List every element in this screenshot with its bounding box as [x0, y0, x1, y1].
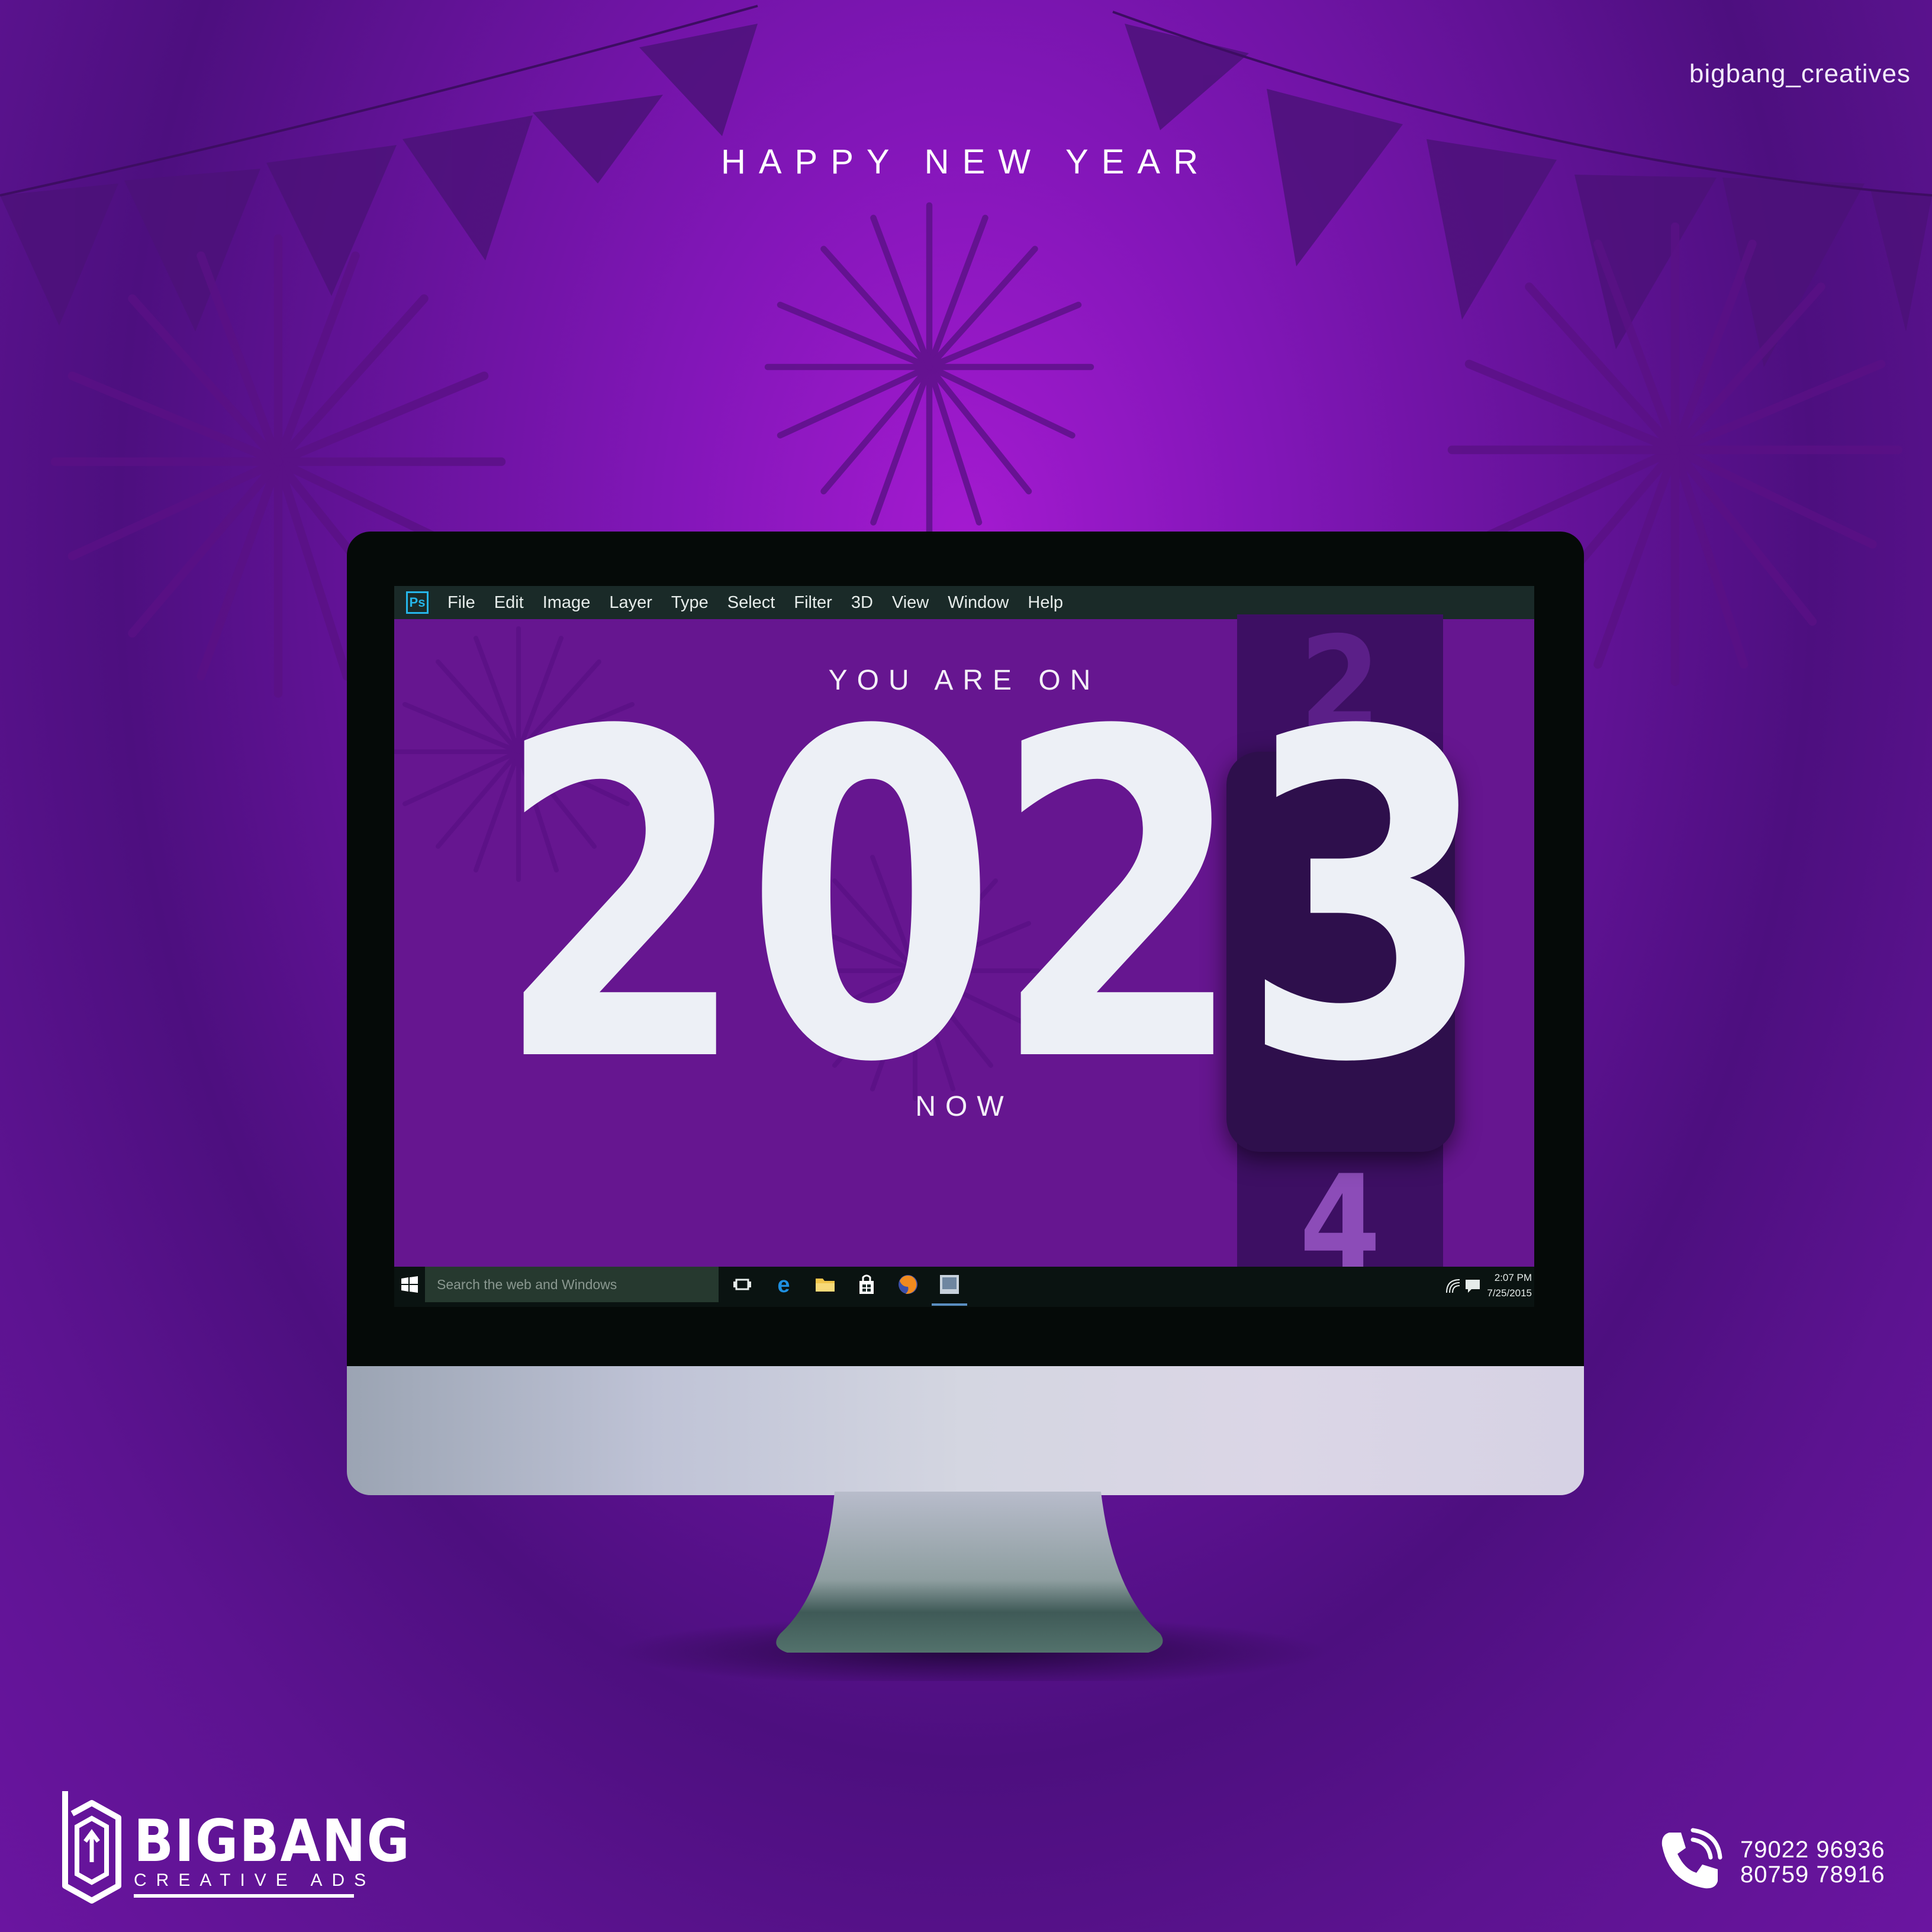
menu-help[interactable]: Help — [1028, 593, 1063, 613]
clock-date: 7/25/2015 — [1487, 1287, 1532, 1299]
menu-file[interactable]: File — [447, 593, 475, 613]
photos-icon[interactable] — [938, 1273, 961, 1296]
logo-tagline: CREATIVE ADS — [134, 1870, 376, 1890]
menu-edit[interactable]: Edit — [494, 593, 524, 613]
notifications-icon[interactable] — [1464, 1279, 1481, 1294]
active-app-indicator — [932, 1303, 967, 1306]
menu-image[interactable]: Image — [543, 593, 591, 613]
bigbang-logo-icon — [62, 1791, 121, 1904]
file-explorer-icon[interactable] — [813, 1273, 837, 1296]
task-view-icon[interactable] — [730, 1273, 754, 1296]
menu-filter[interactable]: Filter — [794, 593, 832, 613]
photoshop-icon[interactable]: Ps — [406, 591, 429, 614]
year-digit-2: 0 — [745, 637, 998, 1160]
now-text: NOW — [915, 1091, 1013, 1122]
logo-underline — [134, 1894, 354, 1898]
windows-start-icon[interactable] — [401, 1276, 418, 1293]
screen: Ps File Edit Image Layer Type Select Fil… — [394, 586, 1534, 1307]
store-icon[interactable] — [855, 1273, 878, 1296]
edge-icon[interactable]: e — [772, 1273, 796, 1296]
year-digit-1: 2 — [495, 637, 748, 1160]
phone-number-1: 79022 96936 — [1740, 1837, 1885, 1863]
taskbar-clock[interactable]: 2:07 PM 7/25/2015 — [1487, 1270, 1532, 1301]
menu-view[interactable]: View — [892, 593, 929, 613]
headline: HAPPY NEW YEAR — [720, 143, 1212, 181]
year-digit-3: 2 — [992, 637, 1245, 1160]
menu-type[interactable]: Type — [671, 593, 709, 613]
firefox-icon[interactable] — [896, 1273, 920, 1296]
wifi-icon[interactable] — [1445, 1279, 1461, 1294]
monitor-chin — [347, 1366, 1584, 1495]
menu-3d[interactable]: 3D — [851, 593, 873, 613]
menu-layer[interactable]: Layer — [609, 593, 652, 613]
menu-select[interactable]: Select — [727, 593, 775, 613]
logo-wordmark: BIGBANG — [134, 1808, 411, 1875]
year-digit-4: 3 — [1241, 637, 1494, 1160]
phone-number-2: 80759 78916 — [1740, 1862, 1885, 1888]
clock-time: 2:07 PM — [1494, 1272, 1532, 1283]
monitor-stand — [616, 1492, 1326, 1681]
contact-phones: 79022 96936 80759 78916 — [1740, 1837, 1885, 1887]
taskbar: Search the web and Windows e 2:07 PM 7/2… — [394, 1267, 1534, 1307]
monitor: Ps File Edit Image Layer Type Select Fil… — [347, 532, 1584, 1495]
phone-icon — [1661, 1828, 1722, 1889]
social-handle: bigbang_creatives — [1689, 59, 1911, 88]
taskbar-search-input[interactable]: Search the web and Windows — [425, 1267, 719, 1302]
menu-window[interactable]: Window — [948, 593, 1009, 613]
svg-text:e: e — [777, 1273, 790, 1296]
